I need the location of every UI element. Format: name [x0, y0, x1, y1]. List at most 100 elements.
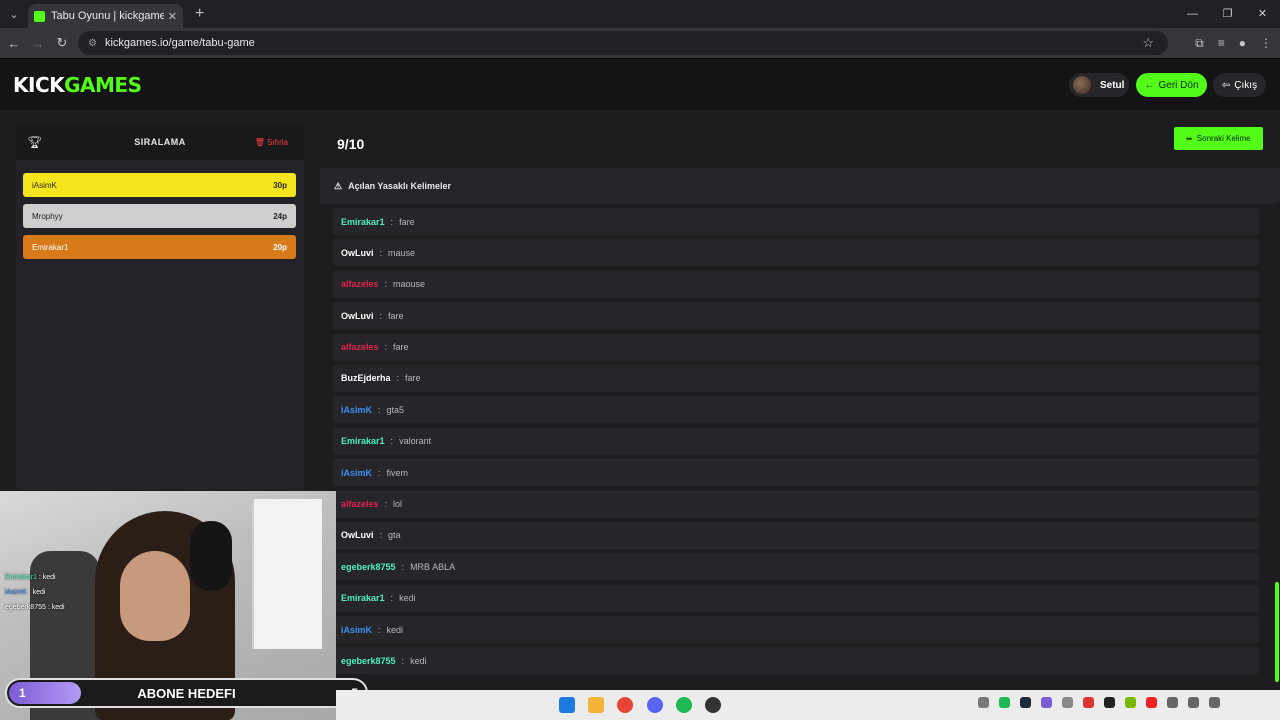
tray-pen-icon[interactable] [1041, 697, 1052, 708]
file-explorer-icon[interactable] [588, 697, 604, 713]
new-tab-icon[interactable]: + [195, 5, 204, 23]
tray-mic-icon[interactable] [1167, 697, 1178, 708]
chrome-icon[interactable] [617, 697, 633, 713]
bookmark-star-icon[interactable]: ☆ [1142, 35, 1154, 51]
list-item: alfazeles: fare [333, 333, 1259, 361]
restore-icon[interactable]: ❐ [1210, 0, 1245, 28]
message-text: fare [393, 342, 409, 353]
obs-icon[interactable] [705, 697, 721, 713]
message-text: kedi [386, 624, 404, 635]
list-item: OwLuvi: fare [333, 302, 1259, 330]
message-user: OwLuvi [341, 310, 374, 321]
minimize-icon[interactable]: — [1175, 0, 1210, 28]
back-arrow-icon[interactable]: ← [2, 36, 26, 51]
address-bar[interactable]: ⚙ kickgames.io/game/tabu-game ☆ [78, 31, 1168, 55]
message-text: gta [388, 530, 401, 541]
fast-forward-icon: ⏩︎ [1186, 133, 1193, 143]
sub-goal-bar: 1 ABONE HEDEFI 5 [5, 678, 368, 708]
media-control-icon[interactable]: ≡ [1218, 36, 1225, 50]
list-item: alfazeles: lol [333, 490, 1259, 518]
reload-icon[interactable]: ↻ [50, 35, 74, 51]
message-text: lol [393, 499, 403, 510]
list-item: egeberk8755: kedi [333, 647, 1259, 675]
message-user: BuzEjderha [341, 373, 391, 384]
tray-spotify-icon[interactable] [999, 697, 1010, 708]
overlay-chat-user: egeberk8755 [5, 604, 46, 611]
start-icon[interactable] [559, 697, 575, 713]
separator: : [379, 530, 383, 541]
message-user: alfazeles [341, 342, 379, 353]
sign-out-icon: ⇦ [1221, 79, 1231, 91]
message-text: gta5 [386, 404, 405, 415]
warning-icon: ⚠︎ [334, 180, 343, 191]
scrollbar-thumb[interactable] [1275, 582, 1279, 682]
kickgames-logo[interactable]: KICKGAMES [13, 73, 142, 97]
separator: : [390, 436, 394, 447]
separator: : [384, 499, 388, 510]
browser-extensions: ⧉ ≡ ● ⋮ [1195, 28, 1272, 58]
list-item: iAsimK: gta5 [333, 396, 1259, 424]
tray-app-icon[interactable] [1062, 697, 1073, 708]
separator: : [384, 279, 388, 290]
list-item: Emirakar1: kedi [333, 584, 1259, 612]
windows-taskbar [336, 690, 1280, 720]
overlay-chat-text: kedi [42, 574, 56, 581]
discord-icon[interactable] [647, 697, 663, 713]
tray-steam-icon[interactable] [1020, 697, 1031, 708]
message-text: kedi [410, 655, 427, 666]
overlay-chat-user: Emirakar1 [5, 574, 37, 581]
leaderboard-row: Emirakar1 20p [23, 235, 296, 259]
browser-tab[interactable]: Tabu Oyunu | kickgames.io ✕ [28, 4, 183, 28]
tray-app2-icon[interactable] [1104, 697, 1115, 708]
browser-tabbar: ⌄ Tabu Oyunu | kickgames.io ✕ + — ❐ ✕ [0, 0, 1280, 28]
tab-close-icon[interactable]: ✕ [168, 10, 177, 23]
list-item: Emirakar1: fare [333, 208, 1259, 235]
close-window-icon[interactable]: ✕ [1245, 0, 1280, 28]
tab-title: Tabu Oyunu | kickgames.io [51, 10, 164, 22]
message-text: valorant [399, 436, 432, 447]
message-text: MRB ABLA [410, 561, 456, 572]
forward-arrow-icon[interactable]: → [26, 36, 50, 51]
tray-nvidia-icon[interactable] [1125, 697, 1136, 708]
tray-record-icon[interactable] [1146, 697, 1157, 708]
overlay-chat: Emirakar1 : kedi iAsimK : kedi egeberk8755… [5, 570, 65, 615]
browser-toolbar: ← → ↻ ⚙ kickgames.io/game/tabu-game ☆ ⧉ … [0, 28, 1280, 58]
logout-button[interactable]: ⇦ Çıkış [1213, 73, 1266, 97]
player-points: 24p [273, 211, 287, 221]
tray-valorant-icon[interactable] [1083, 697, 1094, 708]
round-counter: 9/10 [337, 136, 365, 152]
back-button[interactable]: ← Geri Dön [1136, 73, 1207, 97]
message-user: egeberk8755 [341, 655, 396, 666]
player-points: 30p [273, 180, 287, 190]
reset-button[interactable]: 🗑︎ Sıfırla [255, 138, 288, 147]
message-user: alfazeles [341, 279, 379, 290]
message-user: Emirakar1 [341, 593, 385, 604]
tray-display-icon[interactable] [1188, 697, 1199, 708]
scrollbar[interactable] [1274, 202, 1280, 690]
user-profile-chip[interactable]: Setul [1069, 73, 1129, 97]
message-user: iAsimK [341, 404, 373, 415]
spotify-icon[interactable] [676, 697, 692, 713]
tab-search-icon[interactable]: ⌄ [0, 0, 28, 28]
overlay-chat-user: iAsimK [5, 589, 27, 596]
separator: : [384, 342, 388, 353]
list-item: alfazeles: maouse [333, 270, 1259, 298]
browser-menu-icon[interactable]: ⋮ [1260, 36, 1272, 50]
list-item: BuzEjderha: fare [333, 364, 1259, 392]
message-text: kedi [399, 593, 416, 604]
tray-chevron-icon[interactable] [978, 697, 989, 708]
forbidden-words-title: Açılan Yasaklı Kelimeler [348, 181, 451, 191]
forbidden-words-header: ⚠︎ Açılan Yasaklı Kelimeler [320, 168, 1280, 204]
site-info-icon[interactable]: ⚙ [88, 38, 97, 49]
separator: : [378, 467, 381, 478]
next-word-button[interactable]: ⏩︎ Sonraki Kelime [1174, 127, 1263, 150]
extensions-icon[interactable]: ⧉ [1195, 36, 1204, 51]
separator: : [378, 624, 381, 635]
profile-icon[interactable]: ● [1239, 36, 1246, 50]
kick-favicon-icon [34, 10, 45, 22]
separator: : [379, 310, 383, 321]
overlay-chat-line: egeberk8755 : kedi [5, 604, 65, 611]
tray-volume-icon[interactable] [1209, 697, 1220, 708]
message-user: iAsimK [341, 467, 373, 478]
list-item: OwLuvi: mause [333, 239, 1259, 267]
